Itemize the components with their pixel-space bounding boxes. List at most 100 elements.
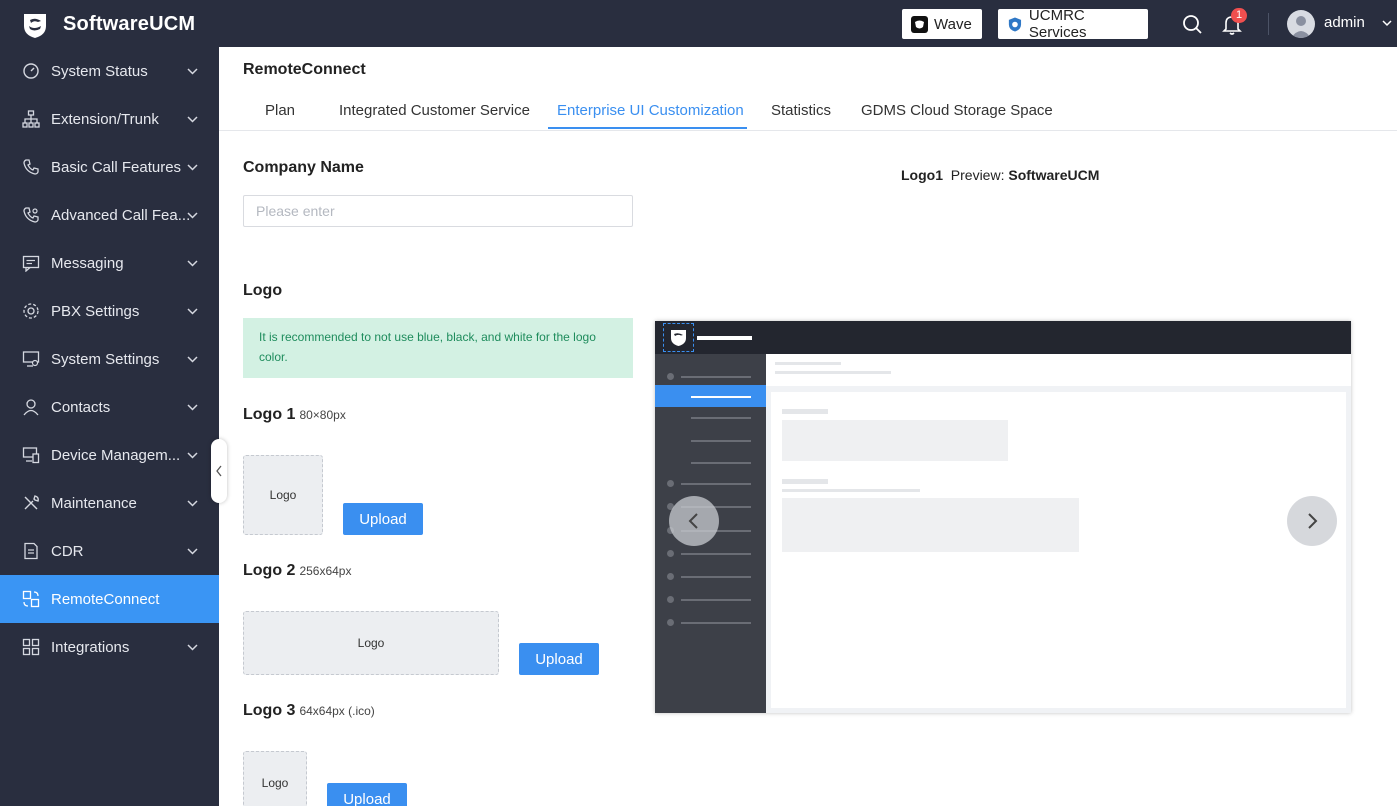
logo2-heading: Logo 2 256x64px [243, 562, 351, 580]
tab-gdms-cloud-storage-space[interactable]: GDMS Cloud Storage Space [861, 102, 1053, 119]
header-divider [1268, 13, 1269, 35]
apps-icon [22, 638, 40, 656]
logo1-upload-button[interactable]: Upload [343, 503, 423, 535]
mock-top-bar [655, 321, 1351, 354]
sidebar-item-device-managem[interactable]: Device Managem... [0, 431, 219, 479]
tab-statistics[interactable]: Statistics [771, 102, 831, 119]
sidebar-item-label: Integrations [51, 638, 130, 656]
company-name-title: Company Name [243, 159, 364, 176]
tab-enterprise-ui-customization[interactable]: Enterprise UI Customization [557, 102, 744, 119]
wave-icon [911, 15, 928, 33]
sidebar-item-cdr[interactable]: CDR [0, 527, 219, 575]
carousel-next-button[interactable] [1287, 496, 1337, 546]
mock-app-title-bar [697, 336, 752, 340]
company-name-input[interactable] [243, 195, 633, 227]
mock-nav-line [681, 599, 751, 601]
logo3-size: 64x64px (.ico) [299, 704, 375, 718]
logo3-placeholder: Logo [261, 776, 289, 790]
sidebar-item-advanced-call-fea[interactable]: Advanced Call Fea... [0, 191, 219, 239]
sidebar-item-integrations[interactable]: Integrations [0, 623, 219, 671]
sidebar-item-extension-trunk[interactable]: Extension/Trunk [0, 95, 219, 143]
mock-logo-icon [671, 330, 686, 346]
mock-header [766, 354, 1351, 386]
sidebar: System Status Extension/Trunk Basic Call F… [0, 47, 219, 806]
user-name[interactable]: admin [1324, 14, 1365, 31]
mock-nav-line [681, 576, 751, 578]
sidebar-item-label: Basic Call Features [51, 158, 182, 176]
logo1-heading: Logo 1 80×80px [243, 406, 346, 424]
search-icon[interactable] [1180, 12, 1204, 36]
sidebar-item-basic-call-features[interactable]: Basic Call Features [0, 143, 219, 191]
gear-icon [23, 303, 39, 319]
sidebar-item-system-status[interactable]: System Status [0, 47, 219, 95]
tab-bar: Plan Integrated Customer Service Enterpr… [219, 95, 1397, 131]
tab-integrated-customer-service[interactable]: Integrated Customer Service [339, 102, 530, 119]
ucmrc-label: UCMRC Services [1028, 7, 1087, 41]
sidebar-item-system-settings[interactable]: System Settings [0, 335, 219, 383]
user-icon [23, 399, 39, 416]
document-icon [24, 542, 38, 560]
logo2-upload-button[interactable]: Upload [519, 643, 599, 675]
logo3-heading: Logo 3 64x64px (.ico) [243, 702, 375, 720]
org-tree-icon [22, 110, 40, 128]
shield-icon [1008, 16, 1022, 32]
sidebar-item-label: Device Managem... [51, 446, 181, 464]
chevron-down-icon [187, 115, 198, 123]
logo3-title: Logo 3 [243, 702, 296, 719]
mock-nav-dot [667, 573, 674, 580]
brand[interactable]: SoftwareUCM [20, 9, 195, 39]
tab-plan[interactable]: Plan [265, 102, 295, 119]
sidebar-item-remoteconnect[interactable]: RemoteConnect [0, 575, 219, 623]
chevron-down-icon [187, 499, 198, 507]
dashboard-icon [23, 63, 39, 79]
sidebar-item-label: Messaging [51, 254, 124, 272]
softwareucm-logo-icon [24, 14, 46, 38]
mock-nav-line [681, 553, 751, 555]
logo-section-title: Logo [243, 282, 283, 299]
mock-nav-dot [667, 373, 674, 380]
chevron-down-icon [187, 355, 198, 363]
logo3-upload-button[interactable]: Upload [327, 783, 407, 806]
mock-nav-dot [667, 550, 674, 557]
carousel-prev-button[interactable] [669, 496, 719, 546]
logo-color-tip: It is recommended to not use blue, black… [243, 318, 633, 378]
sidebar-item-pbx-settings[interactable]: PBX Settings [0, 287, 219, 335]
top-bar: SoftwareUCM Wave UCMRC Services 1 admin [0, 0, 1397, 47]
sidebar-item-label: PBX Settings [51, 302, 140, 320]
active-tab-indicator [548, 127, 747, 129]
sidebar-item-label: Maintenance [51, 494, 137, 512]
sidebar-item-label: RemoteConnect [51, 590, 160, 608]
mock-logo-slot [663, 323, 694, 352]
tools-icon [24, 495, 39, 510]
chevron-down-icon [187, 163, 198, 171]
chevron-down-icon [187, 259, 198, 267]
chevron-left-icon [688, 513, 698, 529]
logo1-preview-box: Logo [243, 455, 323, 535]
chevron-down-icon [187, 403, 198, 411]
chevron-down-icon [187, 547, 198, 555]
chevron-down-icon [187, 67, 198, 75]
chevron-down-icon [187, 307, 198, 315]
avatar[interactable] [1287, 10, 1315, 38]
sidebar-item-label: Extension/Trunk [51, 110, 159, 128]
phone-icon [23, 159, 39, 175]
user-avatar-icon [1291, 16, 1311, 38]
mock-nav-dot [667, 596, 674, 603]
devices-icon [22, 447, 40, 464]
sidebar-item-messaging[interactable]: Messaging [0, 239, 219, 287]
wave-button[interactable]: Wave [902, 9, 982, 39]
chevron-left-icon [216, 465, 222, 477]
sidebar-item-contacts[interactable]: Contacts [0, 383, 219, 431]
chevron-down-icon[interactable] [1381, 17, 1393, 29]
message-icon [22, 255, 40, 272]
monitor-settings-icon [22, 351, 40, 367]
sidebar-collapse-handle[interactable] [211, 439, 227, 503]
ucmrc-services-button[interactable]: UCMRC Services [998, 7, 1148, 41]
sidebar-item-label: CDR [51, 542, 84, 560]
mock-nav-dot [667, 480, 674, 487]
sidebar-item-label: Advanced Call Fea... [51, 206, 191, 224]
logo2-placeholder: Logo [357, 636, 385, 650]
wave-label: Wave [934, 15, 972, 33]
page-title: RemoteConnect [243, 61, 366, 78]
sidebar-item-maintenance[interactable]: Maintenance [0, 479, 219, 527]
